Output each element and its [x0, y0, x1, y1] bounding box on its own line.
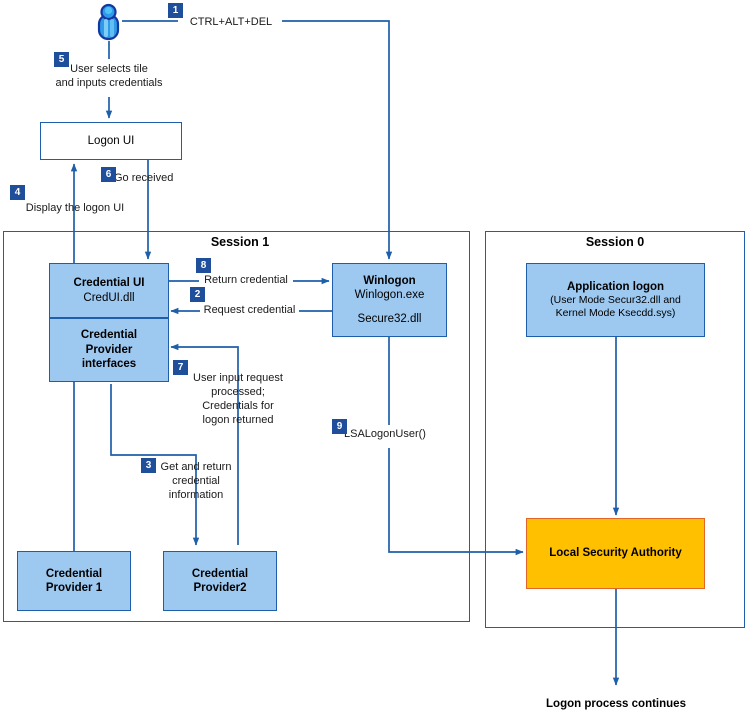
cp1-line2: Provider 1 — [45, 582, 103, 594]
app-logon-line2: (User Mode Secur32.dll and — [550, 294, 681, 307]
node-credential-provider-1[interactable]: Credential Provider 1 — [17, 551, 131, 611]
node-credential-provider-interfaces[interactable]: Credential Provider interfaces — [49, 318, 169, 382]
step-badge-6: 6 — [101, 167, 116, 182]
node-winlogon[interactable]: Winlogon Winlogon.exe Secure32.dll — [332, 263, 447, 337]
credential-ui-title: Credential UI — [73, 277, 145, 290]
session-1-title: Session 1 — [210, 235, 270, 249]
logon-flow-diagram: Session 1 Session 0 Logon UI Credential … — [0, 0, 749, 716]
node-application-logon[interactable]: Application logon (User Mode Secur32.dll… — [526, 263, 705, 337]
credential-ui-subtitle: CredUI.dll — [83, 291, 135, 304]
step-badge-9: 9 — [332, 419, 347, 434]
step-badge-8: 8 — [196, 258, 211, 273]
step-badge-1: 1 — [168, 3, 183, 18]
cp2-line2: Provider2 — [193, 582, 247, 594]
step-badge-4: 4 — [10, 185, 25, 200]
winlogon-subtitle: Winlogon.exe — [354, 289, 425, 302]
app-logon-line3: Kernel Mode Ksecdd.sys) — [555, 307, 676, 320]
lsa-title: Local Security Authority — [549, 547, 682, 560]
step-label-4: Display the logon UI — [25, 202, 125, 214]
app-logon-title: Application logon — [566, 280, 665, 293]
step-label-9: LSALogonUser() — [344, 428, 426, 440]
session-0-title: Session 0 — [585, 235, 645, 249]
cp-interfaces-line1: Credential — [80, 329, 138, 342]
step-label-1: CTRL+ALT+DEL — [183, 15, 279, 30]
step-label-8: Return credential — [199, 273, 293, 288]
step-label-6: Go received — [114, 172, 174, 184]
cp-interfaces-line3: interfaces — [81, 358, 137, 371]
cp-interfaces-line2: Provider — [85, 343, 133, 356]
user-person-icon — [95, 3, 122, 41]
node-logon-ui[interactable]: Logon UI — [40, 122, 182, 160]
step-label-2: Request credential — [200, 303, 299, 318]
node-credential-ui[interactable]: Credential UI CredUI.dll — [49, 263, 169, 318]
step-label-3: Get and return credential information — [160, 461, 232, 502]
step-badge-3: 3 — [141, 458, 156, 473]
step-badge-7: 7 — [173, 360, 188, 375]
footer-logon-process-continues: Logon process continues — [546, 698, 686, 710]
winlogon-extra: Secure32.dll — [357, 312, 422, 325]
step-badge-5: 5 — [54, 52, 69, 67]
node-local-security-authority[interactable]: Local Security Authority — [526, 518, 705, 589]
node-credential-provider-2[interactable]: Credential Provider2 — [163, 551, 277, 611]
cp2-line1: Credential — [191, 567, 249, 580]
arrow-ctrl-alt-del-b — [282, 20, 393, 260]
step-badge-2: 2 — [190, 287, 205, 302]
cp1-line1: Credential — [45, 567, 103, 580]
winlogon-title: Winlogon — [363, 274, 416, 287]
logon-ui-title: Logon UI — [87, 134, 135, 147]
step-label-7: User input request processed; Credential… — [193, 372, 283, 427]
